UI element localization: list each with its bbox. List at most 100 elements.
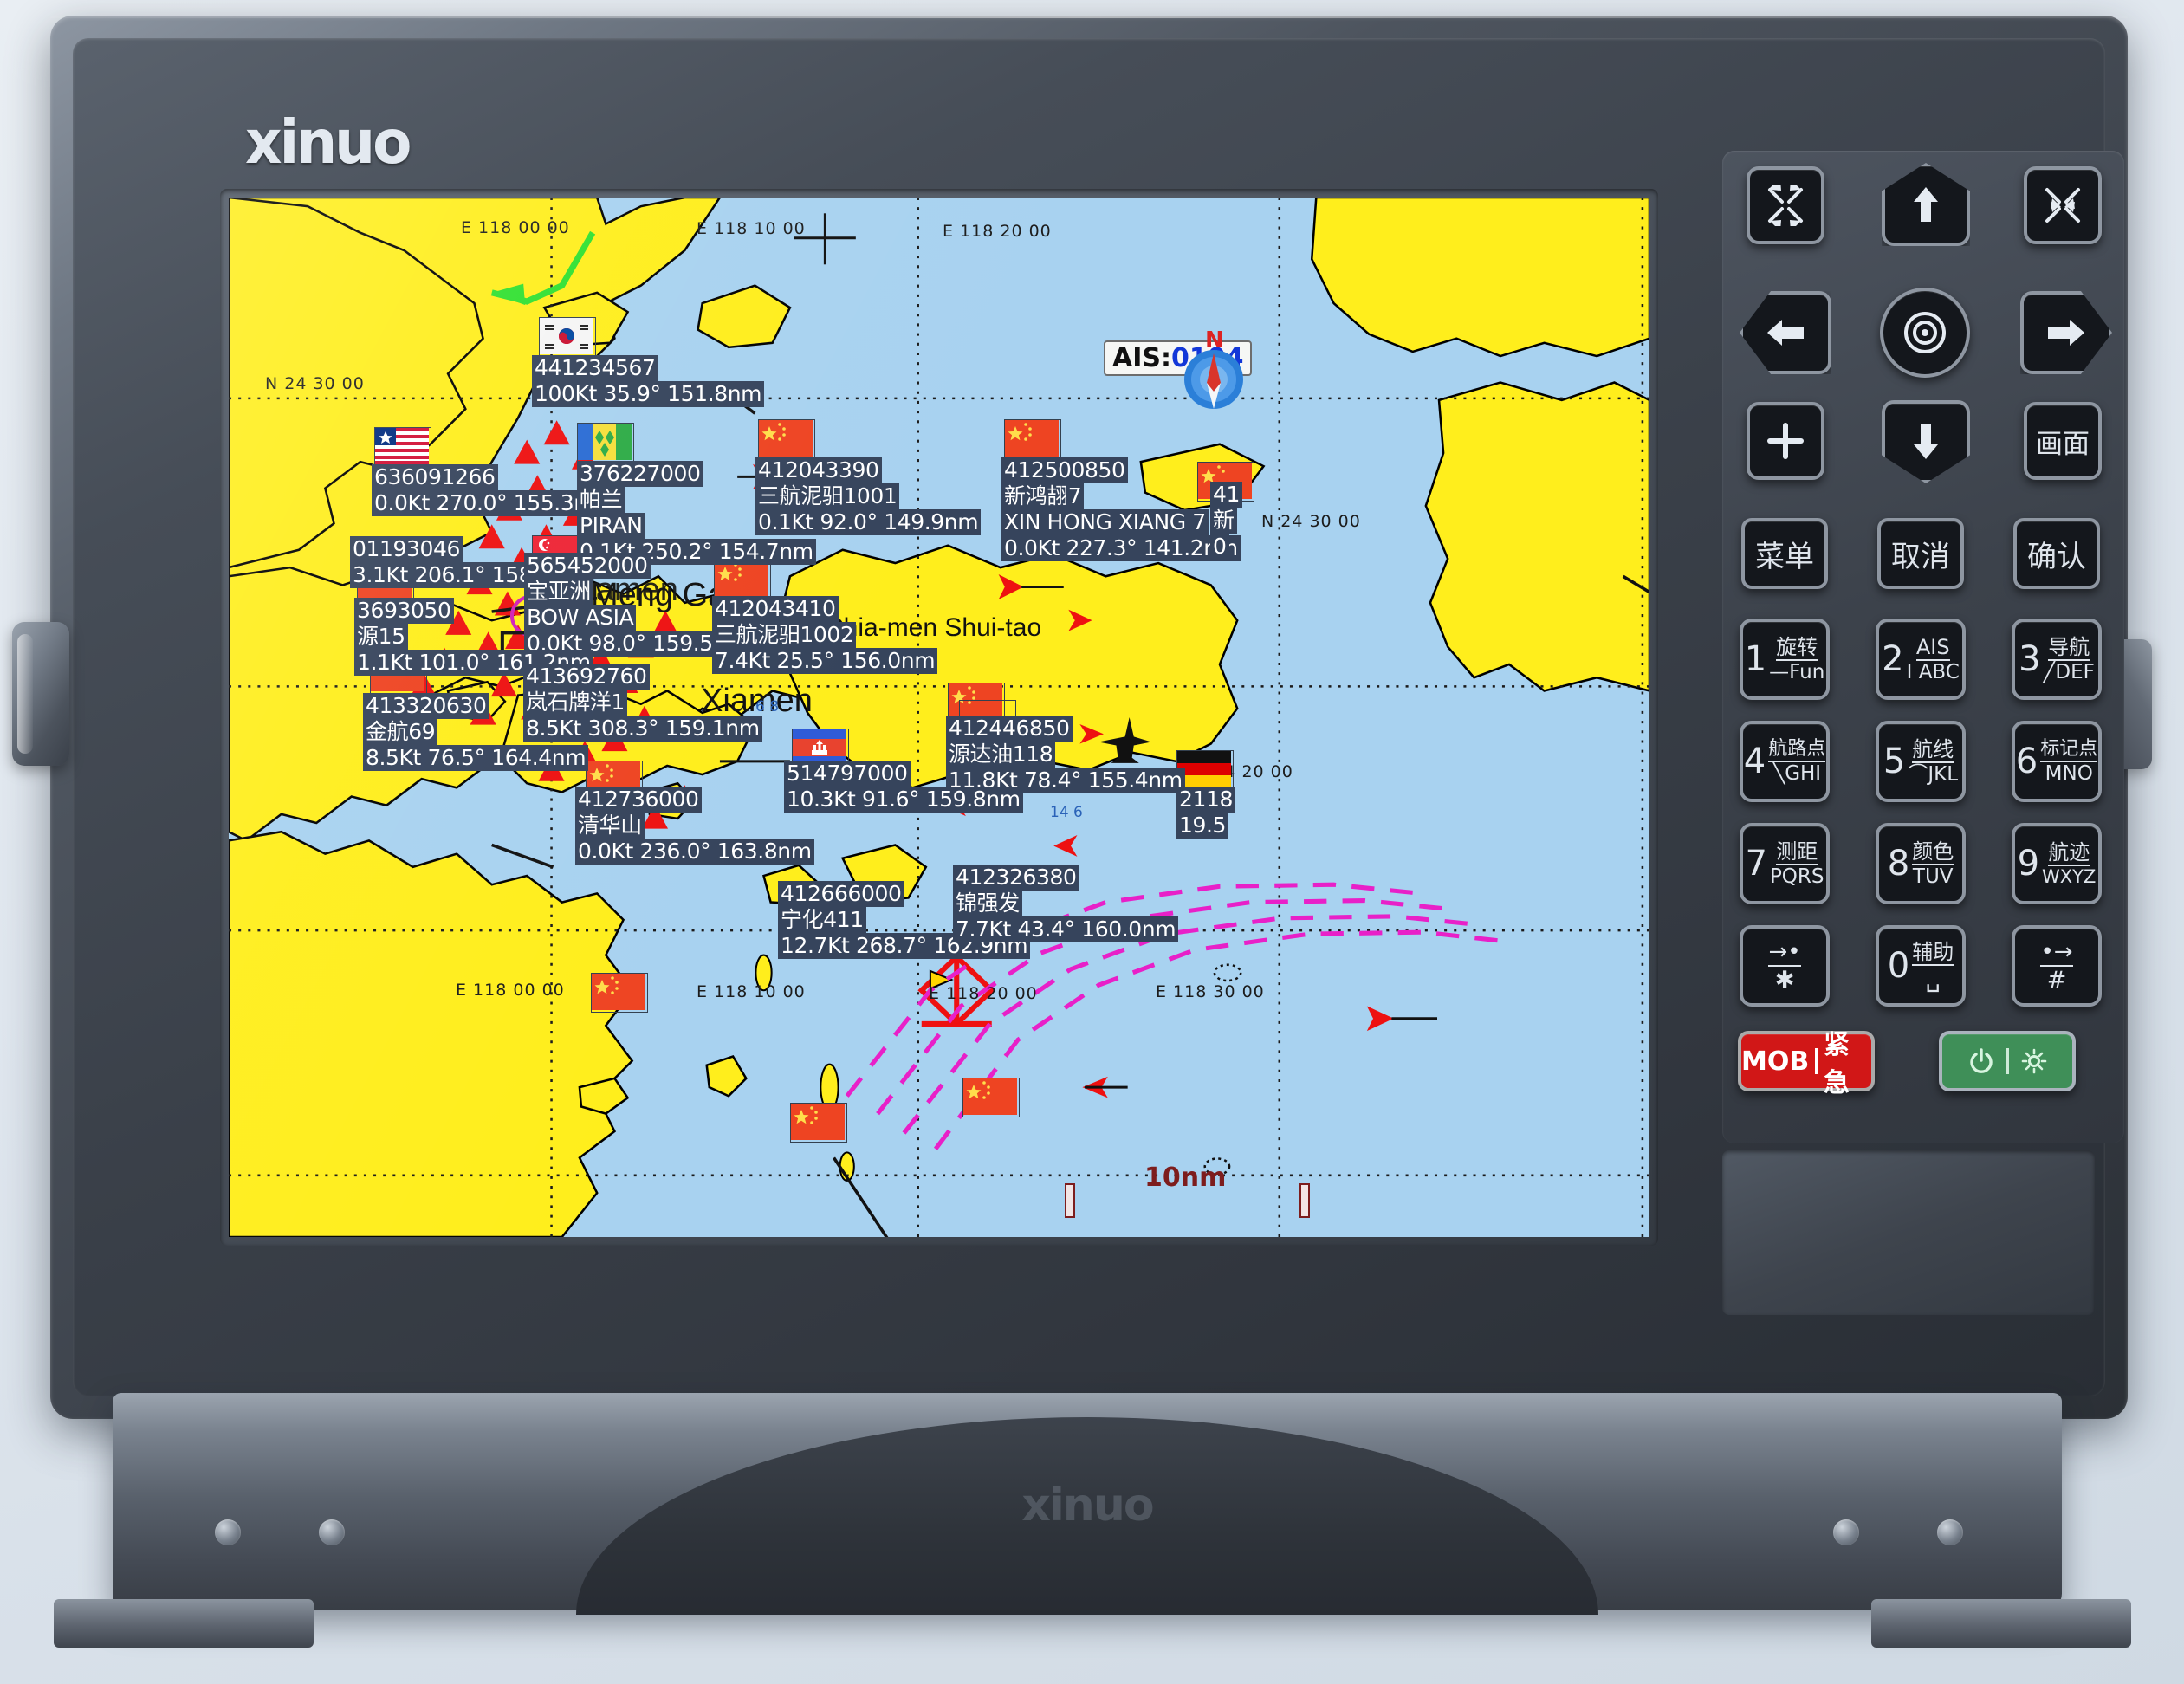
key-functions: 航迹 WXYZ (2042, 842, 2096, 886)
key-6-markpoint-button[interactable]: 6 标记点 MNO (2012, 721, 2102, 802)
ais-label-412736000[interactable]: 412736000 清华山 0.0Kt 236.0° 163.8nm (575, 787, 814, 865)
key-7-measure-button[interactable]: 7 测距 PQRS (1740, 823, 1830, 904)
ais-name-cn: 三航泥驲1002 (712, 622, 857, 648)
mob-emergency-button[interactable]: MOB 紧急 (1738, 1030, 1875, 1098)
ais-mmsi: 413320630 (363, 693, 489, 719)
key-fn-bot: —Fun (1769, 660, 1825, 683)
key-5-route-button[interactable]: 5 航线 ⌒JKL (1876, 721, 1966, 802)
ais-mmsi: 413692760 (523, 664, 650, 690)
ais-name-cn: 帕兰 (577, 487, 625, 513)
ais-label-41[interactable]: 41 新 0 (1210, 482, 1243, 560)
key-functions: 航线 ⌒JKL (1908, 739, 1958, 785)
confirm-button[interactable]: 确认 (2013, 518, 2100, 589)
key-digit: 2 (1882, 639, 1904, 679)
key-2-ais-button[interactable]: 2 AIS I ABC (1876, 619, 1966, 700)
grid-label: E 118 00 00 (461, 218, 570, 237)
key-fn-bot: ╱DEF (2043, 660, 2095, 683)
key-fn-bot: ✱ (1774, 966, 1795, 994)
zoom-in-button[interactable] (2024, 166, 2102, 244)
left-side-knob[interactable] (12, 622, 69, 766)
grid-label: N 24 30 00 (265, 374, 365, 393)
menu-button[interactable]: 菜单 (1741, 518, 1828, 589)
key-1-face: 1 旋转 —Fun (1745, 637, 1825, 683)
key-functions: 导航 ╱DEF (2044, 637, 2095, 683)
ais-counter-label: AIS: (1112, 343, 1171, 373)
ais-label-514797000[interactable]: 514797000 10.3Kt 91.6° 159.8nm (784, 761, 1023, 813)
ais-kinematics: 8.5Kt 76.5° 164.4nm (363, 745, 589, 771)
arrow-down-icon (1914, 424, 1938, 459)
ais-label-412326380[interactable]: 412326380 锦强发 7.7Kt 43.4° 160.0nm (953, 865, 1179, 942)
ais-label-2118[interactable]: 2118 19.5 (1176, 787, 1236, 839)
zoom-out-button[interactable] (1747, 166, 1824, 244)
ais-label-413320630[interactable]: 413320630 金航69 8.5Kt 76.5° 164.4nm (363, 693, 589, 771)
flag-icon-cn (790, 1103, 847, 1143)
key-4-waypoint-button[interactable]: 4 航路点 ╲GHI (1740, 721, 1830, 802)
chart-display[interactable]: E 118 00 00 E 118 10 00 E 118 20 00 N 24… (229, 198, 1649, 1237)
ais-label-636091266[interactable]: 636091266 0.0Kt 270.0° 155.3nm (372, 464, 611, 516)
key-0-assist-button[interactable]: 0 辅助 ␣ (1876, 925, 1966, 1007)
display-mode-label: 画面 (2036, 428, 2090, 460)
ais-kinematics: 19.5 (1176, 813, 1229, 839)
ais-label-412043410[interactable]: 412043410 三航泥驲1002 7.4Kt 25.5° 156.0nm (712, 596, 938, 674)
key-3-navigate-button[interactable]: 3 导航 ╱DEF (2012, 619, 2102, 700)
plus-button[interactable] (1747, 402, 1824, 480)
key-fn-bot: I ABC (1906, 660, 1960, 683)
flag-icon-kr (539, 317, 596, 357)
cancel-button[interactable]: 取消 (1877, 518, 1964, 589)
power-brightness-button[interactable] (1939, 1031, 2076, 1091)
brand-logo-text: xinuo (245, 107, 412, 178)
key-fn-bot: ␣ (1925, 965, 1941, 993)
key-functions: 航路点 ╲GHI (1768, 739, 1826, 784)
key-functions: 测距 PQRS (1770, 841, 1824, 887)
key-hash-face: •→ # (2040, 941, 2073, 992)
enter-button[interactable] (1880, 288, 1970, 378)
key-star-face: →• ✱ (1768, 941, 1801, 994)
target-dot-icon (1904, 312, 1946, 353)
key-fn-top: 辅助 (1912, 939, 1954, 966)
scale-bar-cap-left (1065, 1183, 1075, 1218)
key-9-track-button[interactable]: 9 航迹 WXYZ (2012, 823, 2102, 904)
zoom-out-arrows-icon (1768, 185, 1803, 226)
ais-kinematics: 0 (1210, 534, 1229, 560)
ais-name-cn: 新 (1210, 508, 1237, 534)
bracket-foot-right (1871, 1599, 2131, 1648)
key-1-rotate-button[interactable]: 1 旋转 —Fun (1740, 619, 1830, 700)
ais-kinematics: 10.3Kt 91.6° 159.8nm (784, 787, 1023, 813)
brightness-icon (2021, 1048, 2046, 1074)
ais-label-441234567[interactable]: 441234567 100Kt 35.9° 151.8nm (532, 355, 765, 407)
ais-name-cn: 清华山 (575, 813, 645, 839)
display-mode-button[interactable]: 画面 (2024, 402, 2102, 480)
ais-label-412043390[interactable]: 412043390 三航泥驲1001 0.1Kt 92.0° 149.9nm (755, 457, 982, 535)
ais-mmsi: 2118 (1176, 787, 1236, 813)
key-functions: →• ✱ (1768, 941, 1801, 994)
ais-kinematics: 0.0Kt 236.0° 163.8nm (575, 839, 814, 865)
ais-name-cn: 宁化411 (778, 907, 866, 933)
key-star-button[interactable]: →• ✱ (1740, 925, 1830, 1007)
key-3-face: 3 导航 ╱DEF (2019, 637, 2095, 683)
brand-logo: xinuo (245, 107, 412, 178)
ais-label-412500850[interactable]: 412500850 新鸿翓7 XIN HONG XIANG 7 0.0Kt 22… (1001, 457, 1241, 561)
key-hash-button[interactable]: •→ # (2012, 925, 2102, 1007)
mob-label: MOB (1741, 1046, 1810, 1077)
key-7-face: 7 测距 PQRS (1745, 841, 1824, 887)
key-digit: 4 (1743, 742, 1766, 781)
key-digit: 7 (1745, 844, 1767, 884)
cancel-label: 取消 (1891, 539, 1950, 574)
bracket-arm: xinuo (113, 1393, 2062, 1615)
flag-icon-cn (1004, 419, 1061, 459)
key-functions: 旋转 —Fun (1769, 637, 1824, 683)
ais-mmsi: 3693050 (354, 598, 454, 624)
key-fn-bot: PQRS (1769, 865, 1824, 888)
mounting-bracket: xinuo (113, 1393, 2062, 1615)
bracket-screw (1833, 1519, 1859, 1545)
mob-label-cn: 紧急 (1823, 1030, 1850, 1098)
key-fn-top: 航线 (1912, 736, 1954, 763)
lower-right-blank-panel (1722, 1150, 2095, 1315)
key-8-color-button[interactable]: 8 颜色 TUV (1876, 823, 1966, 904)
ais-name-cn: 金航69 (363, 719, 438, 745)
zoom-in-arrows-icon (2045, 188, 2080, 223)
key-digit: 3 (2019, 639, 2041, 679)
scale-bar-label: 10nm (1144, 1163, 1227, 1193)
ais-mmsi: 412326380 (953, 865, 1079, 891)
ais-kinematics: 0.1Kt 92.0° 149.9nm (755, 509, 982, 535)
